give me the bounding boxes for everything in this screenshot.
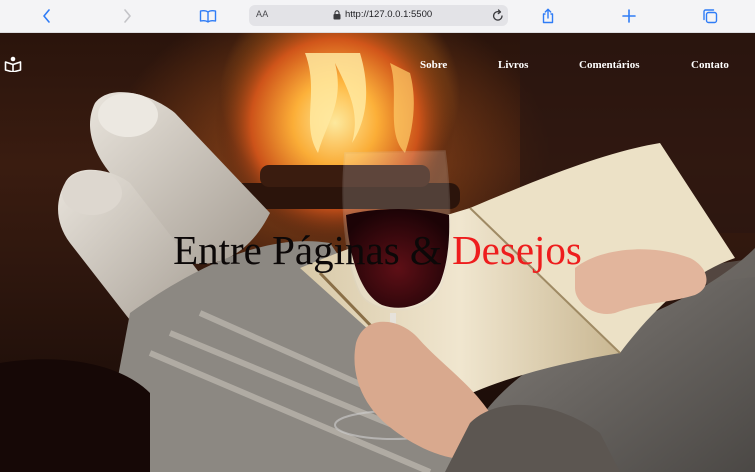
back-button[interactable] [36, 6, 58, 26]
hero-title-part2: Desejos [452, 227, 582, 273]
tabs-button[interactable] [699, 6, 721, 26]
book-reader-icon [4, 56, 22, 73]
tabs-icon [703, 9, 718, 24]
site-logo[interactable] [4, 56, 22, 77]
share-icon [542, 8, 554, 24]
text-size-button[interactable]: AA [256, 9, 269, 19]
nav-link-comentarios[interactable]: Comentários [579, 59, 640, 71]
hero-title: Entre Páginas & Desejos [0, 226, 755, 274]
new-tab-button[interactable] [618, 6, 640, 26]
lock-icon [333, 10, 341, 20]
book-icon [199, 10, 217, 23]
share-button[interactable] [537, 6, 559, 26]
plus-icon [622, 9, 636, 23]
nav-link-contato[interactable]: Contato [691, 59, 729, 71]
nav-link-livros[interactable]: Livros [498, 59, 528, 71]
hero-section: Sobre Livros Comentários Contato Entre P… [0, 33, 755, 472]
forward-button[interactable] [116, 6, 138, 26]
reader-button[interactable] [197, 6, 219, 26]
back-icon [43, 9, 50, 23]
forward-icon [124, 9, 131, 23]
address-bar[interactable]: AA http://127.0.0.1:5500 [249, 5, 508, 26]
hero-title-part1: Entre Páginas & [173, 227, 453, 273]
browser-toolbar: AA http://127.0.0.1:5500 [0, 0, 755, 33]
reload-icon[interactable] [492, 9, 504, 22]
url-text: http://127.0.0.1:5500 [345, 9, 433, 20]
nav-link-sobre[interactable]: Sobre [420, 59, 447, 71]
